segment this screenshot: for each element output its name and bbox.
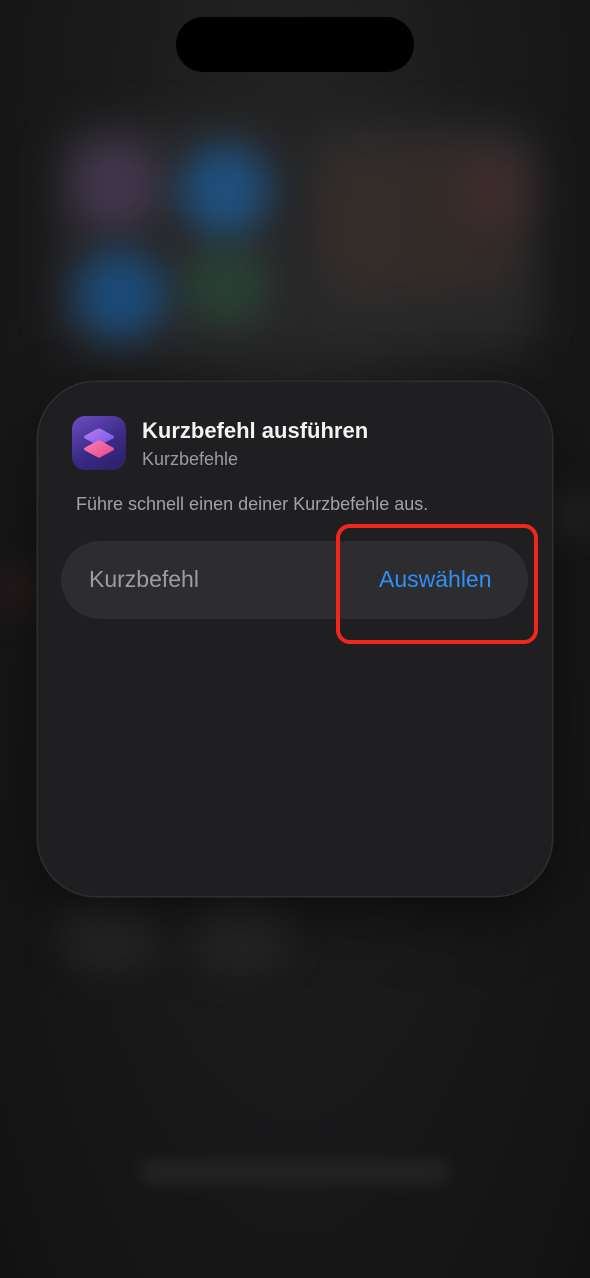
blurred-dock <box>140 1162 450 1182</box>
widget-description: Führe schnell einen deiner Kurzbefehle a… <box>76 494 429 514</box>
widget-app-name: Kurzbefehle <box>142 449 239 469</box>
bg-app-purple <box>70 140 160 230</box>
shortcuts-app-icon <box>72 416 126 470</box>
bg-app-blue-1 <box>180 145 270 235</box>
bg-app-red <box>455 150 535 230</box>
dynamic-island <box>176 17 414 72</box>
bg-dock-mid <box>190 890 290 970</box>
widget-title: Kurzbefehl ausführen <box>142 418 369 443</box>
shortcuts-glyph-icon <box>84 428 114 458</box>
bg-edge-right <box>550 495 590 535</box>
bg-app-blue-2 <box>75 250 165 340</box>
choose-button[interactable]: Auswählen <box>379 566 492 593</box>
screen: Kurzbefehl ausführen Kurzbefehle Führe s… <box>0 0 590 1278</box>
shortcut-parameter-label: Kurzbefehl <box>89 566 199 592</box>
bg-edge-red <box>0 570 40 610</box>
bg-app-green <box>180 245 270 325</box>
bg-dock-left <box>60 890 160 970</box>
